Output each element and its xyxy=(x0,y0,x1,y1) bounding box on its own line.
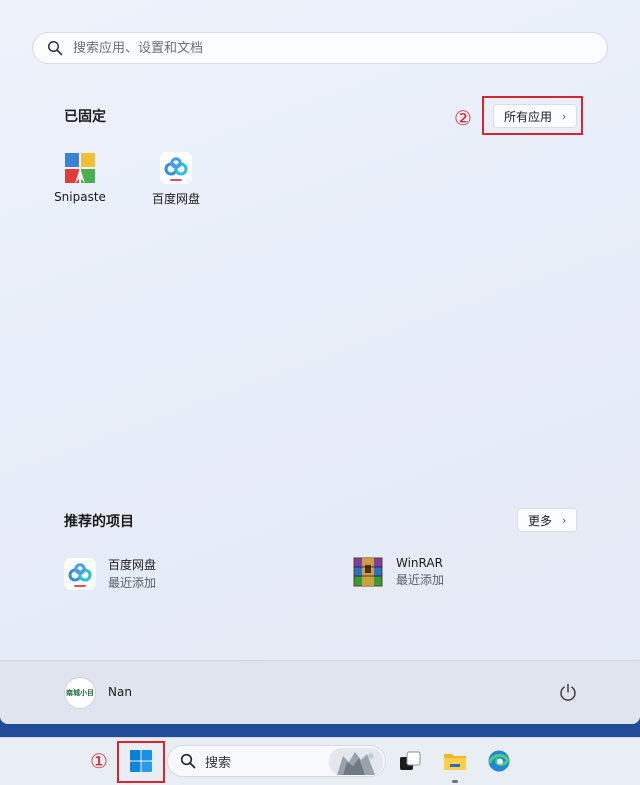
chevron-right-icon: › xyxy=(562,513,567,527)
all-apps-label: 所有应用 xyxy=(504,109,553,124)
edge-icon[interactable] xyxy=(487,749,511,773)
taskbar-search-label: 搜索 xyxy=(205,755,232,771)
pinned-app-baidu-netdisk[interactable]: 百度网盘 xyxy=(131,152,221,207)
active-indicator xyxy=(452,780,458,783)
task-view-icon[interactable] xyxy=(398,749,422,773)
more-label: 更多 xyxy=(528,513,553,528)
snipaste-icon xyxy=(65,153,95,183)
user-bar: 南城小目 Nan xyxy=(0,660,640,724)
pinned-app-snipaste[interactable]: Snipaste xyxy=(35,152,125,204)
recommended-item-subtitle: 最近添加 xyxy=(108,576,157,590)
pinned-app-label: Snipaste xyxy=(54,190,106,204)
recommended-item-subtitle: 最近添加 xyxy=(396,573,445,587)
user-name[interactable]: Nan xyxy=(108,685,132,699)
recommended-item-name: 百度网盘 xyxy=(108,558,157,572)
start-search-box[interactable] xyxy=(32,32,608,64)
power-icon[interactable] xyxy=(558,682,578,702)
more-button[interactable]: 更多 › xyxy=(517,508,578,532)
winrar-icon xyxy=(353,557,383,587)
start-search-input[interactable] xyxy=(73,40,607,56)
file-explorer-icon[interactable] xyxy=(443,749,467,773)
chevron-right-icon: › xyxy=(562,109,567,123)
baidu-netdisk-icon xyxy=(64,557,96,590)
avatar-text: 南城小目 xyxy=(66,689,94,697)
search-icon xyxy=(47,40,63,56)
baidu-netdisk-icon xyxy=(160,152,192,184)
search-icon xyxy=(180,753,196,769)
search-highlight-image xyxy=(329,748,383,775)
start-menu: 已固定 ② 所有应用 › Snipaste 百度网盘 推荐的项目 更多 › xyxy=(0,0,640,724)
recommended-item-winrar[interactable]: WinRAR 最近添加 xyxy=(352,556,444,588)
start-icon[interactable] xyxy=(129,749,153,773)
recommended-section-title: 推荐的项目 xyxy=(64,514,134,530)
pinned-app-label: 百度网盘 xyxy=(151,192,200,206)
taskbar-search-box[interactable]: 搜索 xyxy=(167,745,386,777)
recommended-item-name: WinRAR xyxy=(396,556,443,570)
all-apps-button[interactable]: 所有应用 › xyxy=(493,104,578,128)
avatar[interactable]: 南城小目 xyxy=(64,677,96,709)
pinned-section-title: 已固定 xyxy=(64,109,106,125)
recommended-item-baidu-netdisk[interactable]: 百度网盘 最近添加 xyxy=(64,556,156,591)
annotation-number-1: ① xyxy=(90,749,108,773)
annotation-number-2: ② xyxy=(454,106,472,130)
